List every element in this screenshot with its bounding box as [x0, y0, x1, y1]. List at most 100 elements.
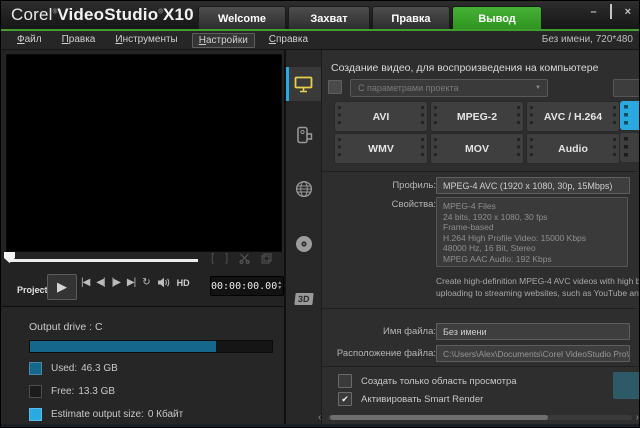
divider — [322, 366, 640, 367]
3d-icon: 3D — [294, 293, 313, 305]
scrollbar-track[interactable] — [328, 415, 632, 420]
maximize-icon — [610, 4, 612, 19]
category-device[interactable] — [286, 120, 321, 150]
disc-icon — [295, 235, 313, 253]
disk-used-fill — [30, 341, 216, 352]
option-preview-range: Создать только область просмотра — [338, 374, 517, 388]
format-selected-strip[interactable] — [620, 101, 640, 130]
category-3d[interactable]: 3D — [286, 284, 321, 314]
preview-panel: [ ] Project ▶ |◀ ◀| |▶ ▶| ↻ HD 00:00:00.… — [1, 50, 284, 428]
share-panel: 3D Создание видео, для воспроизведения н… — [286, 50, 640, 428]
project-settings-dropdown[interactable]: С параметрами проекта ▼ — [350, 79, 548, 97]
format-partial-strip[interactable] — [620, 133, 640, 162]
properties-box: MPEG-4 Files 24 bits, 1920 x 1080, 30 fp… — [436, 197, 628, 267]
format-wmv-button[interactable]: WMV — [334, 133, 428, 164]
file-location-input[interactable]: C:\Users\Alex\Documents\Corel VideoStudi… — [436, 345, 630, 362]
enlarge-preview-icon[interactable] — [261, 253, 272, 264]
go-home-icon[interactable]: |◀ — [81, 277, 89, 288]
logo-product: VideoStudio — [57, 5, 158, 24]
video-preview — [6, 54, 282, 252]
project-mode-tick — [39, 289, 46, 290]
chevron-down-icon: ▼ — [535, 85, 547, 91]
window-bottom-edge — [1, 424, 640, 427]
profile-label: Профиль: — [328, 180, 436, 191]
step-tabs: Welcome Захват Правка Вывод — [198, 6, 542, 29]
hd-toggle[interactable]: HD — [177, 278, 190, 288]
file-name-input[interactable]: Без имени — [436, 323, 630, 340]
menu-settings[interactable]: Настройки — [192, 33, 255, 48]
trim-controls: [ ] — [211, 252, 272, 264]
format-audio-button[interactable]: Audio — [526, 133, 620, 164]
output-drive-title: Output drive : C — [29, 321, 103, 333]
format-avc-button[interactable]: AVC / H.264 — [526, 101, 620, 132]
titlebar: Corel®VideoStudio®X10 Welcome Захват Пра… — [1, 1, 640, 29]
scrollbar-thumb[interactable] — [330, 415, 548, 420]
preview-range-checkbox[interactable] — [338, 374, 352, 388]
app-window: Corel®VideoStudio®X10 Welcome Захват Пра… — [0, 0, 640, 428]
menu-file[interactable]: Файл — [11, 33, 48, 48]
legend-used: Used:46.3 GB — [29, 362, 118, 375]
tab-share-active[interactable]: Вывод — [452, 6, 542, 30]
smart-render-checkbox[interactable]: ✔ — [338, 392, 352, 406]
timecode-box[interactable]: 00:00:00.00 ▲ ▼ — [210, 276, 284, 296]
free-swatch — [29, 385, 42, 398]
partial-action-button[interactable] — [613, 372, 640, 399]
format-avi-button[interactable]: AVI — [334, 101, 428, 132]
timecode-value[interactable]: 00:00:00.00 — [211, 281, 277, 292]
menu-tools[interactable]: Инструменты — [109, 33, 183, 48]
file-location-label: Расположение файла: — [308, 348, 436, 359]
format-mov-button[interactable]: MOV — [430, 133, 524, 164]
share-category-rail: 3D — [286, 50, 322, 428]
estimate-swatch — [29, 408, 42, 421]
menu-help[interactable]: Справка — [263, 33, 314, 48]
scrubber-track[interactable] — [9, 259, 198, 262]
maximize-button[interactable] — [610, 7, 612, 17]
transport-icons: |◀ ◀| |▶ ▶| ↻ HD — [81, 277, 190, 288]
cut-icon[interactable] — [239, 253, 250, 264]
project-settings-checkbox[interactable] — [328, 80, 342, 94]
logo-brand: Corel — [11, 5, 53, 24]
file-name-label: Имя файла: — [328, 326, 436, 337]
repeat-icon[interactable]: ↻ — [142, 277, 149, 288]
tab-welcome[interactable]: Welcome — [198, 6, 286, 30]
used-swatch — [29, 362, 42, 375]
format-description: Create high-definition MPEG-4 AVC videos… — [436, 276, 640, 299]
legend-free: Free:13.3 GB — [29, 385, 115, 398]
minimize-button[interactable]: – — [590, 7, 596, 17]
window-controls: – × — [590, 7, 631, 17]
timecode-spinner[interactable]: ▲ ▼ — [277, 281, 282, 291]
profile-dropdown[interactable]: MPEG-4 AVC (1920 x 1080, 30p, 15Mbps) — [436, 177, 630, 194]
menu-edit[interactable]: Правка — [56, 33, 102, 48]
category-disc[interactable] — [286, 229, 321, 259]
mark-in-icon[interactable]: [ — [211, 252, 214, 264]
tab-capture[interactable]: Захват — [288, 6, 370, 30]
spin-down-icon[interactable]: ▼ — [277, 286, 282, 291]
volume-icon[interactable] — [157, 277, 170, 288]
next-frame-icon[interactable]: |▶ — [112, 277, 120, 288]
mark-out-icon[interactable]: ] — [225, 252, 228, 264]
legend-estimate: Estimate output size:0 Кбайт — [29, 408, 183, 421]
menu-items: Файл Правка Инструменты Настройки Справк… — [1, 33, 314, 48]
scroll-right-icon[interactable]: › — [636, 412, 639, 424]
computer-icon — [294, 76, 313, 93]
prev-frame-icon[interactable]: ◀| — [96, 277, 104, 288]
horizontal-scrollbar: ‹ › — [322, 412, 640, 424]
mobile-device-icon — [295, 126, 313, 144]
menubar: Файл Правка Инструменты Настройки Справк… — [1, 31, 640, 50]
partial-button[interactable] — [613, 79, 640, 97]
properties-label: Свойства: — [328, 199, 436, 210]
scroll-left-icon[interactable]: ‹ — [318, 412, 321, 424]
category-web[interactable] — [286, 174, 321, 204]
project-mode-label: Project — [17, 285, 48, 295]
close-button[interactable]: × — [625, 7, 631, 17]
play-button[interactable]: ▶ — [47, 274, 77, 300]
tab-edit[interactable]: Правка — [372, 6, 450, 30]
format-mpeg2-button[interactable]: MPEG-2 — [430, 101, 524, 132]
divider — [322, 308, 640, 309]
go-end-icon[interactable]: ▶| — [127, 277, 135, 288]
dropdown-value: С параметрами проекта — [351, 83, 535, 93]
globe-icon — [295, 180, 313, 198]
category-computer[interactable] — [286, 67, 321, 101]
disk-usage-bar — [29, 340, 273, 353]
logo-version: X10 — [163, 5, 194, 24]
